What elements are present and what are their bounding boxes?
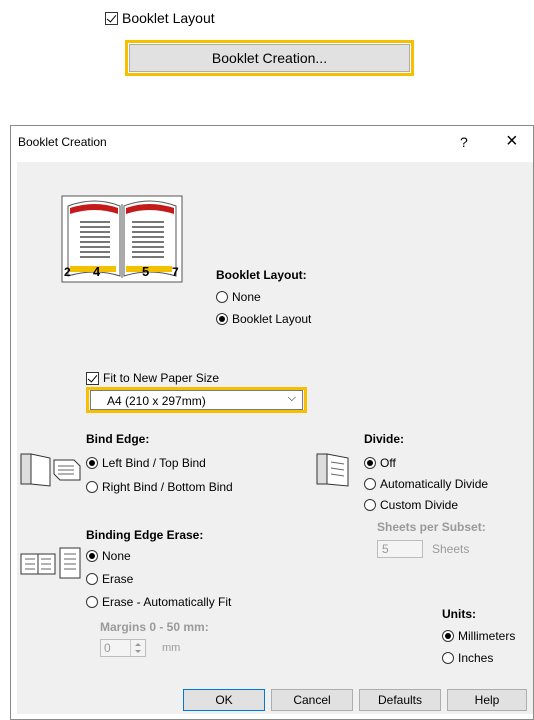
booklet-layout-option-none[interactable]: None — [216, 290, 261, 304]
bind-edge-heading: Bind Edge: — [86, 432, 150, 446]
radio-inches[interactable] — [442, 652, 454, 664]
margin-unit-label: mm — [162, 642, 181, 654]
margins-label: Margins 0 - 50 mm: — [100, 620, 209, 634]
margin-value: 0 — [104, 641, 111, 655]
radio-erase-none[interactable] — [86, 550, 98, 562]
sheets-unit-label: Sheets — [432, 542, 470, 556]
radio-divide-auto[interactable] — [364, 478, 376, 490]
units-heading: Units: — [442, 607, 476, 621]
divide-custom-option[interactable]: Custom Divide — [364, 498, 458, 512]
radio-inches-label: Inches — [458, 651, 494, 665]
fit-to-new-paper-checkbox[interactable] — [86, 371, 99, 385]
bind-right-bottom-option[interactable]: Right Bind / Bottom Bind — [86, 480, 233, 494]
units-inches-option[interactable]: Inches — [442, 651, 493, 665]
paper-size-select[interactable]: A4 (210 x 297mm) ⌵ — [90, 390, 303, 410]
booklet-preview-icon: 2 4 5 7 — [61, 195, 183, 283]
help-button[interactable]: Help — [447, 689, 527, 711]
sheets-per-subset-input[interactable]: 5 — [377, 540, 423, 558]
ok-button[interactable]: OK — [183, 689, 265, 711]
sheets-value: 5 — [382, 542, 389, 556]
preview-page-7: 7 — [172, 265, 179, 279]
preview-page-4: 4 — [93, 264, 101, 279]
radio-right-bind-label: Right Bind / Bottom Bind — [102, 480, 233, 494]
radio-divide-custom-label: Custom Divide — [380, 498, 459, 512]
radio-divide-custom[interactable] — [364, 499, 376, 511]
radio-divide-off[interactable] — [364, 457, 376, 469]
binding-edge-erase-icon — [20, 547, 81, 579]
radio-millimeters-label: Millimeters — [458, 629, 516, 643]
bind-left-top-option[interactable]: Left Bind / Top Bind — [86, 456, 206, 470]
units-mm-option[interactable]: Millimeters — [442, 629, 515, 643]
preview-page-5: 5 — [142, 264, 149, 279]
booklet-layout-checkbox-label: Booklet Layout — [122, 10, 215, 26]
paper-size-value: A4 (210 x 297mm) — [107, 394, 206, 408]
booklet-creation-button[interactable]: Booklet Creation... — [129, 44, 410, 72]
radio-erase-auto-fit-label: Erase - Automatically Fit — [102, 595, 232, 609]
radio-right-bind[interactable] — [86, 481, 98, 493]
cancel-button[interactable]: Cancel — [271, 689, 353, 711]
divide-heading: Divide: — [364, 432, 405, 446]
divide-auto-option[interactable]: Automatically Divide — [364, 477, 488, 491]
help-question-button[interactable]: ? — [460, 134, 468, 150]
radio-booklet-layout[interactable] — [216, 313, 228, 325]
sheets-per-subset-label: Sheets per Subset: — [377, 520, 486, 534]
radio-millimeters[interactable] — [442, 630, 454, 642]
booklet-layout-option-booklet[interactable]: Booklet Layout — [216, 312, 311, 326]
divide-book-icon — [316, 453, 349, 487]
chevron-down-icon: ⌵ — [287, 392, 296, 404]
dialog-title: Booklet Creation — [18, 135, 107, 149]
booklet-layout-checkbox-row[interactable]: Booklet Layout — [105, 10, 215, 26]
radio-left-bind[interactable] — [86, 457, 98, 469]
radio-erase-none-label: None — [102, 549, 131, 563]
booklet-layout-checkbox[interactable] — [105, 11, 118, 25]
radio-erase-auto-fit[interactable] — [86, 596, 98, 608]
spin-arrows-icon[interactable] — [130, 640, 145, 656]
erase-auto-fit-option[interactable]: Erase - Automatically Fit — [86, 595, 231, 609]
bind-edge-book-icon — [20, 453, 81, 487]
radio-none-label: None — [232, 290, 261, 304]
radio-erase[interactable] — [86, 573, 98, 585]
margin-spin-input[interactable]: 0 — [100, 639, 146, 657]
close-icon[interactable]: × — [506, 130, 518, 153]
radio-divide-off-label: Off — [380, 456, 396, 470]
preview-page-2: 2 — [64, 265, 71, 279]
erase-option[interactable]: Erase — [86, 572, 133, 586]
binding-edge-erase-heading: Binding Edge Erase: — [86, 528, 204, 542]
radio-divide-auto-label: Automatically Divide — [380, 477, 489, 491]
radio-booklet-layout-label: Booklet Layout — [232, 312, 312, 326]
radio-left-bind-label: Left Bind / Top Bind — [102, 456, 206, 470]
radio-erase-label: Erase — [102, 572, 134, 586]
fit-to-new-paper-row[interactable]: Fit to New Paper Size — [86, 371, 219, 385]
radio-none[interactable] — [216, 291, 228, 303]
defaults-button[interactable]: Defaults — [359, 689, 441, 711]
erase-none-option[interactable]: None — [86, 549, 131, 563]
fit-to-new-paper-label: Fit to New Paper Size — [103, 371, 220, 385]
divide-off-option[interactable]: Off — [364, 456, 396, 470]
booklet-layout-heading: Booklet Layout: — [216, 268, 307, 282]
